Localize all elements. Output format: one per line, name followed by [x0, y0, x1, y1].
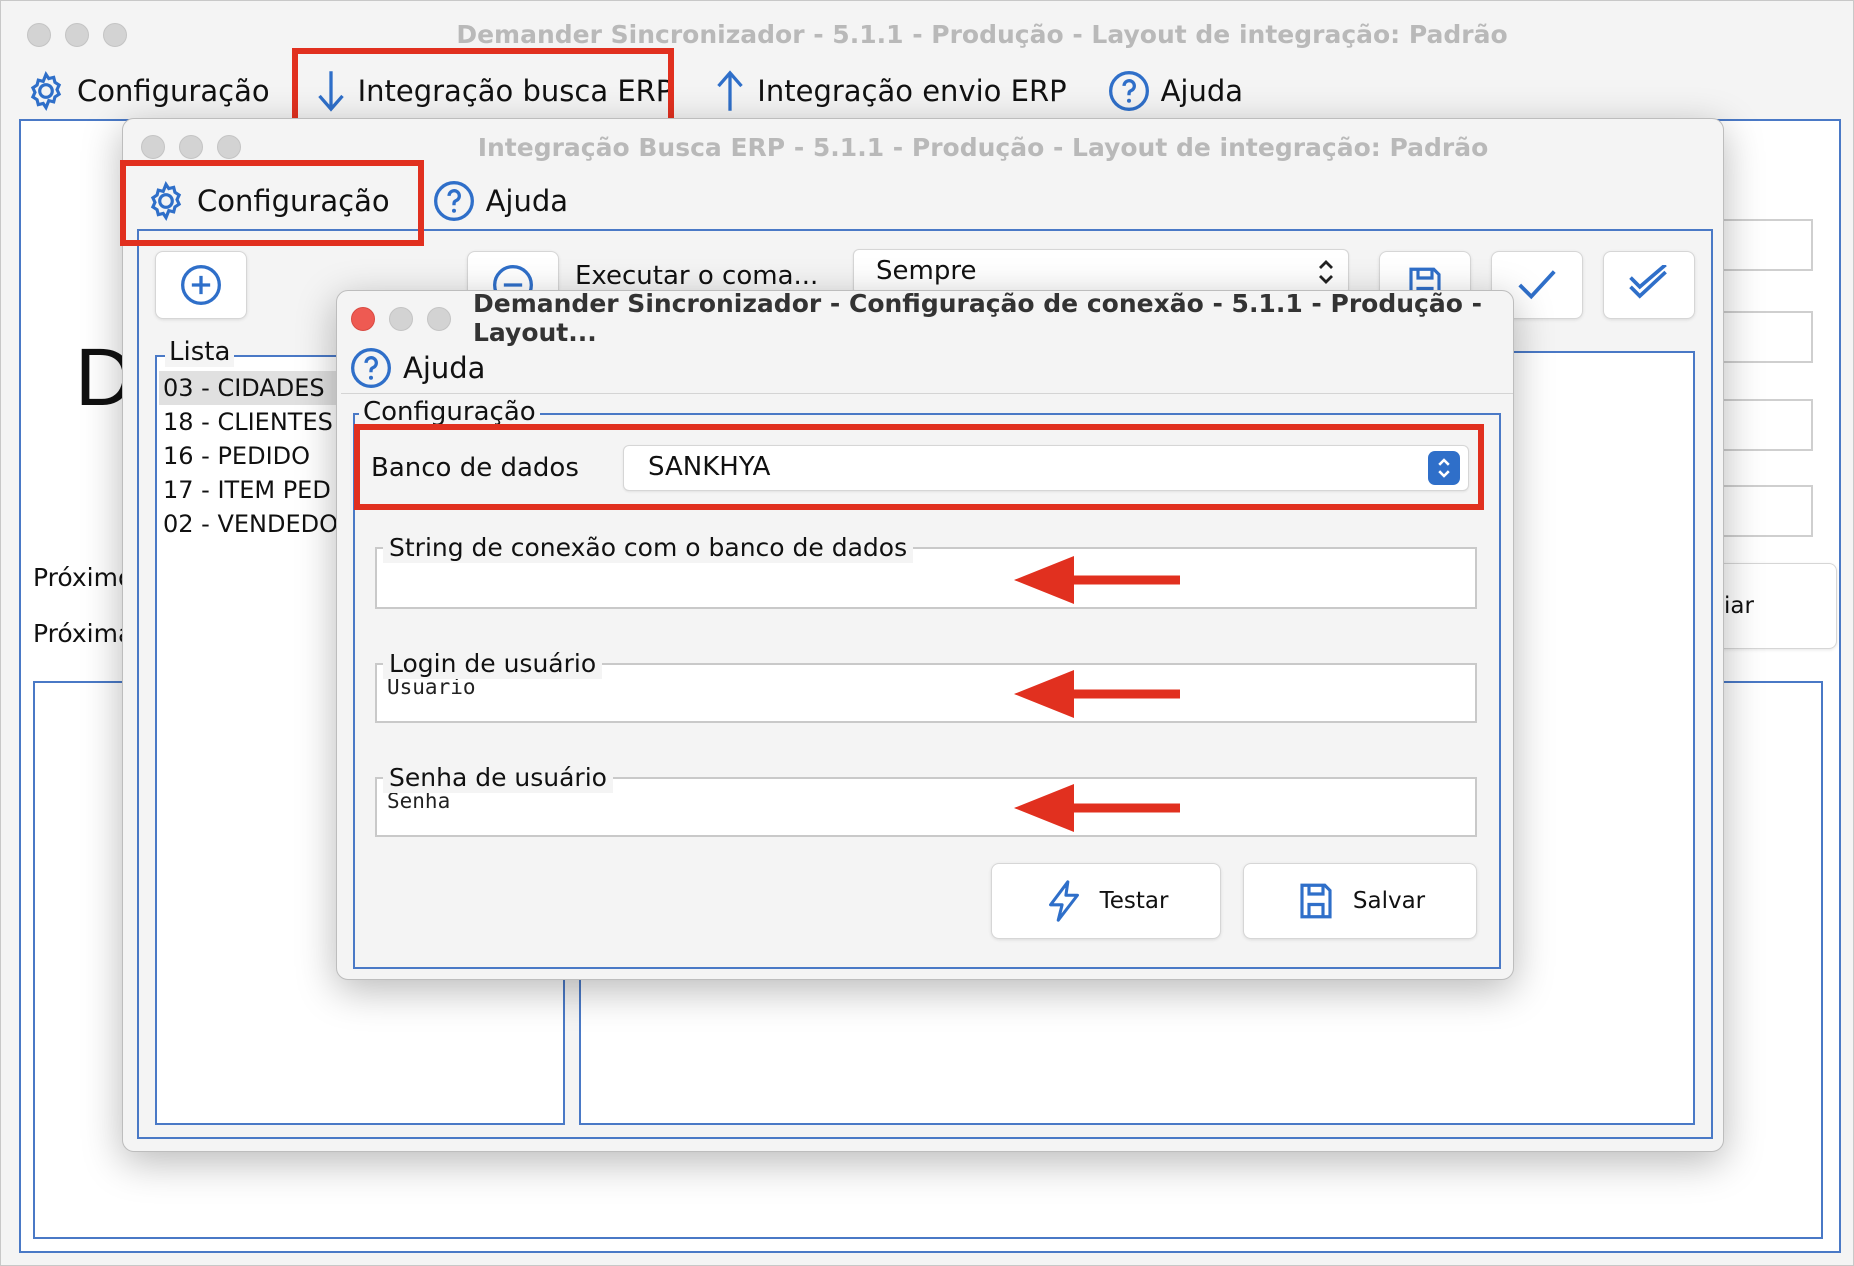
menu-configuracao[interactable]: Configuração	[17, 63, 278, 119]
arrow-login-icon	[1014, 670, 1180, 718]
busca-window-title: Integração Busca ERP - 5.1.1 - Produção …	[477, 132, 1489, 162]
dialog-titlebar: Demander Sincronizador - Configuração de…	[337, 289, 1513, 347]
menu-integracao-envio-label: Integração envio ERP	[757, 74, 1067, 108]
dialog-menu-ajuda-label: Ajuda	[403, 351, 486, 385]
dialog-zoom-button[interactable]	[427, 307, 451, 331]
lista-legend: Lista	[165, 337, 235, 367]
check-icon	[1514, 265, 1560, 305]
salvar-button-label: Salvar	[1352, 888, 1426, 914]
main-label-proximo-2: Próxima	[33, 619, 134, 648]
select-chevrons-icon	[1316, 256, 1336, 292]
gear-icon	[25, 70, 67, 112]
dialog-close-button[interactable]	[351, 307, 375, 331]
floppy-icon	[1295, 880, 1337, 922]
help-icon	[349, 346, 393, 390]
arrow-string-icon	[1014, 556, 1180, 604]
executar-select-value: Sempre	[876, 256, 977, 286]
senha-legend: Senha de usuário	[383, 763, 613, 793]
busca-zoom-button[interactable]	[217, 135, 241, 159]
main-input-4[interactable]	[1721, 485, 1813, 537]
arrow-senha-icon	[1014, 784, 1180, 832]
highlight-banco-row	[354, 424, 1484, 510]
testar-button-label: Testar	[1099, 888, 1169, 914]
dialog-menubar: Ajuda	[341, 343, 1513, 394]
main-input-2[interactable]	[1721, 311, 1813, 363]
lightning-icon	[1044, 878, 1084, 924]
menu-integracao-envio[interactable]: Integração envio ERP	[705, 63, 1074, 119]
help-icon	[1107, 69, 1151, 113]
highlight-busca-configuracao	[120, 160, 424, 246]
arrow-up-icon	[713, 68, 747, 114]
menu-ajuda-label: Ajuda	[1160, 74, 1244, 108]
main-input-1[interactable]	[1721, 219, 1813, 271]
connection-dialog: Demander Sincronizador - Configuração de…	[336, 289, 1514, 980]
add-button[interactable]	[155, 251, 247, 319]
main-titlebar: Demander Sincronizador - 5.1.1 - Produçã…	[1, 1, 1853, 67]
check-all-button[interactable]	[1603, 251, 1695, 319]
dialog-menu-ajuda[interactable]: Ajuda	[341, 343, 493, 393]
dialog-minimize-button[interactable]	[389, 307, 413, 331]
menu-configuracao-label: Configuração	[77, 74, 270, 108]
busca-close-button[interactable]	[141, 135, 165, 159]
main-minimize-button[interactable]	[65, 23, 89, 47]
main-close-button[interactable]	[27, 23, 51, 47]
main-input-3[interactable]	[1721, 399, 1813, 451]
testar-button[interactable]: Testar	[991, 863, 1221, 939]
menu-ajuda[interactable]: Ajuda	[1099, 63, 1251, 119]
main-zoom-button[interactable]	[103, 23, 127, 47]
busca-menu-ajuda-label: Ajuda	[485, 184, 569, 218]
double-check-icon	[1625, 265, 1673, 305]
salvar-button[interactable]: Salvar	[1243, 863, 1477, 939]
string-conexao-legend: String de conexão com o banco de dados	[383, 533, 914, 563]
login-legend: Login de usuário	[383, 649, 603, 679]
help-icon	[432, 179, 476, 223]
main-partial-button-label: iar	[1724, 593, 1754, 619]
main-label-proximo-1: Próximo	[33, 563, 134, 592]
busca-minimize-button[interactable]	[179, 135, 203, 159]
busca-menu-ajuda[interactable]: Ajuda	[424, 173, 576, 229]
dialog-title: Demander Sincronizador - Configuração de…	[473, 289, 1482, 347]
main-window-title: Demander Sincronizador - 5.1.1 - Produçã…	[456, 19, 1508, 49]
plus-circle-icon	[179, 263, 223, 307]
